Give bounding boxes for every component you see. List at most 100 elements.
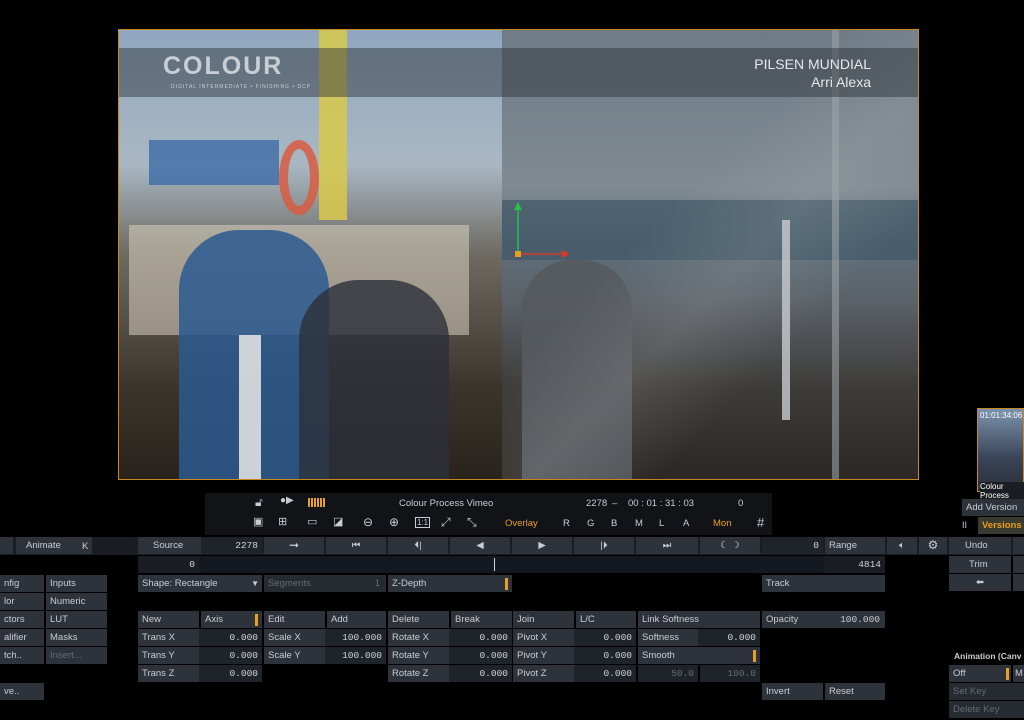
grid-icon[interactable]: # [757, 515, 764, 530]
zdepth-slider[interactable]: Z-Depth [388, 575, 512, 592]
scale-x-field[interactable]: 100.000 [325, 629, 386, 646]
rotate-x-field[interactable]: 0.000 [449, 629, 512, 646]
trim-button[interactable]: Trim [949, 556, 1011, 573]
meter-icon[interactable] [308, 498, 326, 507]
channel-r[interactable]: R [563, 518, 570, 529]
lock-icon[interactable]: 🔓︎ [255, 495, 263, 510]
redo-button[interactable] [1013, 537, 1024, 554]
add-point-button[interactable]: Add [327, 611, 386, 628]
playhead[interactable] [494, 558, 495, 571]
channel-m[interactable]: M [635, 518, 643, 529]
speaker-icon[interactable]: 🔈︎ [887, 537, 917, 554]
channel-a[interactable]: A [683, 518, 689, 529]
axis-toggle[interactable]: Axis [201, 611, 262, 628]
menu-insert-button[interactable]: Insert... [46, 647, 107, 664]
menu-masks-button[interactable]: Masks [46, 629, 107, 646]
smooth-label: Smooth [642, 650, 675, 661]
segments-field[interactable]: Segments 1 [264, 575, 386, 592]
inner-softness-field[interactable]: 50.0 [638, 665, 698, 682]
delete-key-button[interactable]: Delete Key [949, 701, 1024, 718]
source-frame-field[interactable]: 2278 [201, 537, 262, 554]
link-softness-button[interactable]: Link Softness [638, 611, 760, 628]
image-viewer[interactable]: COLOUR DIGITAL INTERMEDIATE • FINISHING … [118, 29, 919, 480]
menu-qualifier-button[interactable]: alifier [0, 629, 44, 646]
pivot-z-field[interactable]: 0.000 [574, 665, 636, 682]
source-button[interactable]: Source [138, 537, 201, 554]
channel-l[interactable]: L [659, 518, 664, 529]
timeline-scrubber[interactable]: 0 4814 [138, 556, 885, 573]
add-version-button[interactable]: Add Version [962, 499, 1024, 516]
reset-button[interactable]: Reset [825, 683, 885, 700]
pivot-x-field[interactable]: 0.000 [574, 629, 636, 646]
rotate-y-field[interactable]: 0.000 [449, 647, 512, 664]
play-icon[interactable]: ▶ [512, 537, 572, 554]
scale-y-field[interactable]: 100.000 [325, 647, 386, 664]
channel-b[interactable]: B [611, 518, 617, 529]
last-frame-icon[interactable]: ⏭ [636, 537, 698, 554]
join-button[interactable]: Join [513, 611, 574, 628]
fill-icon[interactable]: ⤡ [467, 515, 477, 530]
menu-inputs-button[interactable]: Inputs [46, 575, 107, 592]
mark-in-out-icon[interactable]: ☾ ☽ [700, 537, 760, 554]
view-single-icon[interactable]: ▣ [253, 515, 263, 528]
zoom-in-icon[interactable]: ⊕ [389, 515, 399, 529]
softness-field[interactable]: 0.000 [698, 629, 760, 646]
lc-button[interactable]: L/C [576, 611, 636, 628]
prev-key-icon[interactable]: ⏴| [388, 537, 448, 554]
range-button[interactable]: Range [825, 537, 885, 554]
gear-icon[interactable]: ⚙ [919, 537, 947, 554]
fit-icon[interactable]: ⤢ [441, 515, 451, 530]
view-wide-icon[interactable]: ▭ [307, 515, 317, 528]
pause-icon[interactable]: II [962, 517, 974, 534]
trans-z-field[interactable]: 0.000 [199, 665, 262, 682]
next-key-icon[interactable]: |⏵ [574, 537, 634, 554]
timeline-start-field[interactable]: 0 [138, 556, 199, 573]
monitor-toggle[interactable]: Mon [713, 518, 731, 529]
break-button[interactable]: Break [451, 611, 512, 628]
track-button[interactable]: Track [762, 575, 885, 592]
view-split-icon[interactable]: ⊞ [278, 515, 287, 528]
zoom-out-icon[interactable]: ⊖ [363, 515, 373, 529]
view-wipe-icon[interactable]: ◪ [333, 515, 343, 528]
first-frame-icon[interactable]: ⏮ [326, 537, 386, 554]
new-shape-button[interactable]: New [138, 611, 199, 628]
back-arrow-icon[interactable]: ⬅ [949, 574, 1011, 591]
smooth-toggle[interactable]: Smooth [638, 647, 760, 664]
timeline-end-field[interactable]: 4814 [824, 556, 885, 573]
menu-config-button[interactable]: nfig [0, 575, 44, 592]
range-value-field[interactable]: 0 [762, 537, 823, 554]
pivot-y-field[interactable]: 0.000 [574, 647, 636, 664]
menu-lut-button[interactable]: LUT [46, 611, 107, 628]
save-button[interactable]: ve.. [0, 683, 44, 700]
transform-gizmo-icon[interactable] [504, 200, 574, 260]
versions-tab[interactable]: Versions [978, 517, 1024, 534]
zoom-1to1-icon[interactable]: 1:1 [415, 517, 431, 528]
rotate-z-field[interactable]: 0.000 [449, 665, 512, 682]
toolbar-cut-button[interactable] [0, 537, 13, 554]
overlay-toggle[interactable]: Overlay [505, 518, 538, 529]
undo-button[interactable]: Undo [949, 537, 1011, 554]
channel-g[interactable]: G [587, 518, 594, 529]
animation-mode-off[interactable]: Off [949, 665, 1011, 682]
menu-vectors-button[interactable]: ctors [0, 611, 44, 628]
version-thumbnail[interactable]: 01:01:34:06 Colour Process [977, 408, 1024, 500]
animate-button[interactable]: Animate [16, 537, 92, 554]
shape-dropdown[interactable]: Shape: Rectangle ▼ [138, 575, 262, 592]
set-key-button[interactable]: Set Key [949, 683, 1024, 700]
trans-x-field[interactable]: 0.000 [199, 629, 262, 646]
record-icon[interactable]: ●▶ [280, 495, 294, 506]
delete-point-button[interactable]: Delete [388, 611, 449, 628]
trim-extra-button[interactable] [1013, 556, 1024, 573]
opacity-field[interactable]: Opacity 100.000 [762, 611, 885, 628]
outer-softness-field[interactable]: 100.0 [700, 665, 760, 682]
animation-mode-m[interactable]: M [1013, 665, 1024, 682]
goto-arrow-icon[interactable]: ➞ [264, 537, 324, 554]
forward-extra-button[interactable] [1013, 574, 1024, 591]
menu-numeric-button[interactable]: Numeric [46, 593, 107, 610]
menu-match-button[interactable]: tch.. [0, 647, 44, 664]
edit-button[interactable]: Edit [264, 611, 325, 628]
menu-colour-button[interactable]: lor [0, 593, 44, 610]
invert-button[interactable]: Invert [762, 683, 823, 700]
step-back-icon[interactable]: ◀ [450, 537, 510, 554]
trans-y-field[interactable]: 0.000 [199, 647, 262, 664]
